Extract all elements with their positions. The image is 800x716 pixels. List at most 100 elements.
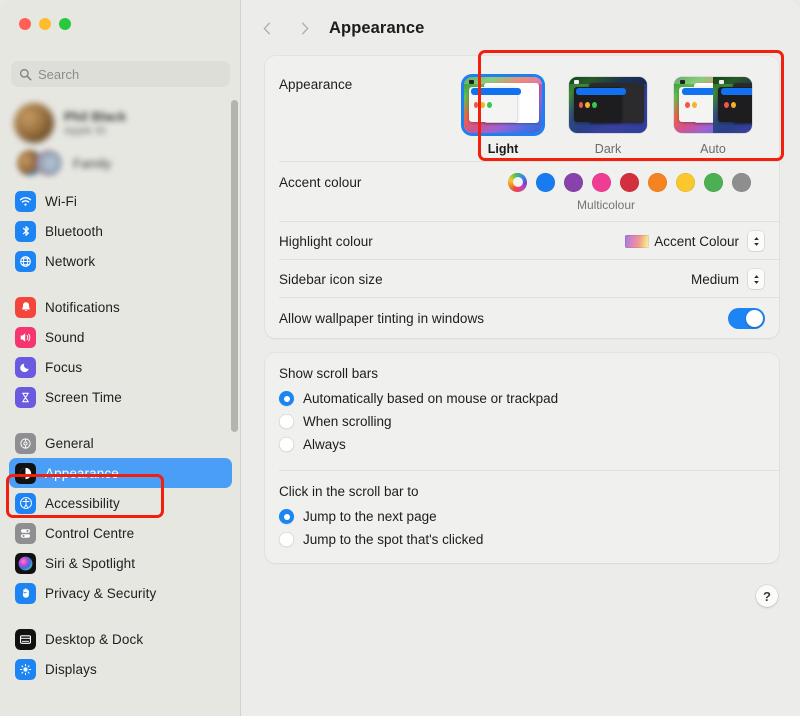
profile-section[interactable]: Phil Black Apple ID Family [14, 100, 224, 178]
sidebar-item-label: Privacy & Security [45, 585, 157, 601]
close-button[interactable] [19, 18, 31, 30]
accent-swatch-yellow[interactable] [676, 172, 695, 192]
sidebar: Phil Black Apple ID Family [0, 0, 241, 716]
profile-text: Phil Black Apple ID [64, 109, 126, 138]
accent-swatch-green[interactable] [704, 172, 723, 192]
wallpaper-tinting-label: Allow wallpaper tinting in windows [279, 310, 485, 326]
forward-button[interactable] [291, 15, 317, 41]
highlight-colour-label: Highlight colour [279, 233, 373, 249]
family-row[interactable]: Family [14, 148, 224, 178]
sidebar-item-network[interactable]: Network [9, 246, 232, 276]
sidebar-item-wifi[interactable]: Wi-Fi [9, 186, 232, 216]
appearance-label: Appearance [279, 77, 353, 92]
accent-swatch-red[interactable] [620, 172, 639, 192]
radio-label: Automatically based on mouse or trackpad [303, 391, 559, 406]
sidebar-item-desktop-dock[interactable]: Desktop & Dock [9, 624, 232, 654]
radio-always[interactable] [279, 437, 294, 452]
radio-jump-next-page[interactable] [279, 509, 294, 524]
chevron-updown-icon [748, 231, 764, 251]
radio-row[interactable]: Jump to the next page [279, 505, 765, 528]
accent-swatch-orange[interactable] [648, 172, 667, 192]
sidebar-item-label: Notifications [45, 299, 120, 315]
theme-label: Dark [594, 142, 622, 156]
maximise-button[interactable] [59, 18, 71, 30]
accessibility-icon [15, 492, 36, 514]
screenshot-root: Phil Black Apple ID Family [0, 0, 800, 716]
radio-row[interactable]: Automatically based on mouse or trackpad [279, 387, 765, 410]
wifi-icon [15, 190, 36, 212]
show-scroll-bars-group: Show scroll bars Automatically based on … [265, 353, 779, 468]
accent-swatch-multicolour[interactable] [508, 172, 527, 192]
sidebar-item-privacy-security[interactable]: Privacy & Security [9, 578, 232, 608]
radio-row[interactable]: Jump to the spot that's clicked [279, 528, 765, 551]
sidebar-item-label: Network [45, 253, 96, 269]
sidebar-scrollbar[interactable] [231, 100, 238, 432]
content-pane: Appearance Appearance Light Dark Auto Ac… [241, 0, 800, 716]
radio-jump-to-spot[interactable] [279, 532, 294, 547]
sidebar-item-bluetooth[interactable]: Bluetooth [9, 216, 232, 246]
radio-row[interactable]: Always [279, 433, 765, 456]
bell-icon [15, 296, 36, 318]
profile-name: Phil Black [64, 108, 127, 124]
accent-swatch-blue[interactable] [536, 172, 555, 192]
theme-option-auto[interactable]: Auto [671, 77, 755, 156]
sidebar-item-focus[interactable]: Focus [9, 352, 232, 382]
bluetooth-icon [15, 220, 36, 242]
theme-option-dark[interactable]: Dark [566, 77, 650, 156]
highlight-colour-popup[interactable]: Accent Colour [621, 229, 765, 253]
click-scroll-bar-title: Click in the scroll bar to [279, 484, 419, 499]
wallpaper-tinting-toggle[interactable] [728, 307, 765, 329]
sidebar-item-appearance[interactable]: Appearance [9, 458, 232, 488]
sidebar-item-notifications[interactable]: Notifications [9, 292, 232, 322]
sidebar-item-label: Sound [45, 329, 85, 345]
sidebar-item-label: Appearance [45, 465, 119, 481]
sidebar-divider [0, 276, 241, 292]
hand-icon [15, 582, 36, 604]
family-label: Family [73, 155, 112, 171]
toolbar: Appearance [241, 0, 800, 56]
avatar [14, 103, 54, 143]
profile-subtitle: Apple ID [64, 124, 107, 137]
radio-row[interactable]: When scrolling [279, 410, 765, 433]
sidebar-item-displays[interactable]: Displays [9, 654, 232, 684]
sidebar-item-label: Accessibility [45, 495, 120, 511]
appearance-icon [15, 462, 36, 484]
desktop-dock-icon [15, 628, 36, 650]
gear-icon [15, 432, 36, 454]
sidebar-icon-size-label: Sidebar icon size [279, 271, 383, 287]
sidebar-item-general[interactable]: General [9, 428, 232, 458]
sidebar-item-accessibility[interactable]: Accessibility [9, 488, 232, 518]
accent-swatch-purple[interactable] [564, 172, 583, 192]
system-settings-window: Phil Black Apple ID Family [0, 0, 800, 716]
sidebar-item-label: Wi-Fi [45, 193, 77, 209]
accent-colour-row: Accent colour [265, 162, 779, 196]
accent-colour-selected-name: Multicolour [576, 198, 635, 212]
apple-id-row[interactable]: Phil Black Apple ID [14, 100, 224, 146]
theme-option-light[interactable]: Light [461, 77, 545, 156]
sidebar-icon-size-popup[interactable]: Medium [687, 267, 765, 291]
theme-label: Light [487, 142, 519, 156]
accent-swatch-pink[interactable] [592, 172, 611, 192]
radio-when-scrolling[interactable] [279, 414, 294, 429]
search-field[interactable] [11, 61, 230, 87]
help-button[interactable]: ? [756, 585, 778, 607]
back-button[interactable] [254, 15, 280, 41]
sidebar-item-sound[interactable]: Sound [9, 322, 232, 352]
search-input[interactable] [38, 66, 222, 82]
sidebar-group-desktop: Desktop & Dock Displays [0, 624, 241, 684]
radio-automatic[interactable] [279, 391, 294, 406]
sidebar-item-label: Focus [45, 359, 83, 375]
appearance-settings-card: Appearance Light Dark Auto Accent colour… [265, 56, 779, 338]
accent-swatch-graphite[interactable] [732, 172, 751, 192]
toggle-knob [746, 309, 763, 327]
sidebar-nav: Wi-Fi Bluetooth Network Notifications So… [0, 186, 241, 716]
sidebar-item-siri-spotlight[interactable]: Siri & Spotlight [9, 548, 232, 578]
theme-options: Light Dark Auto [461, 77, 765, 156]
sidebar-item-control-centre[interactable]: Control Centre [9, 518, 232, 548]
minimise-button[interactable] [39, 18, 51, 30]
network-icon [15, 250, 36, 272]
radio-label: Jump to the next page [303, 509, 437, 524]
sidebar-item-label: Desktop & Dock [45, 631, 144, 647]
sidebar-item-screen-time[interactable]: Screen Time [9, 382, 232, 412]
sidebar-item-label: Control Centre [45, 525, 135, 541]
